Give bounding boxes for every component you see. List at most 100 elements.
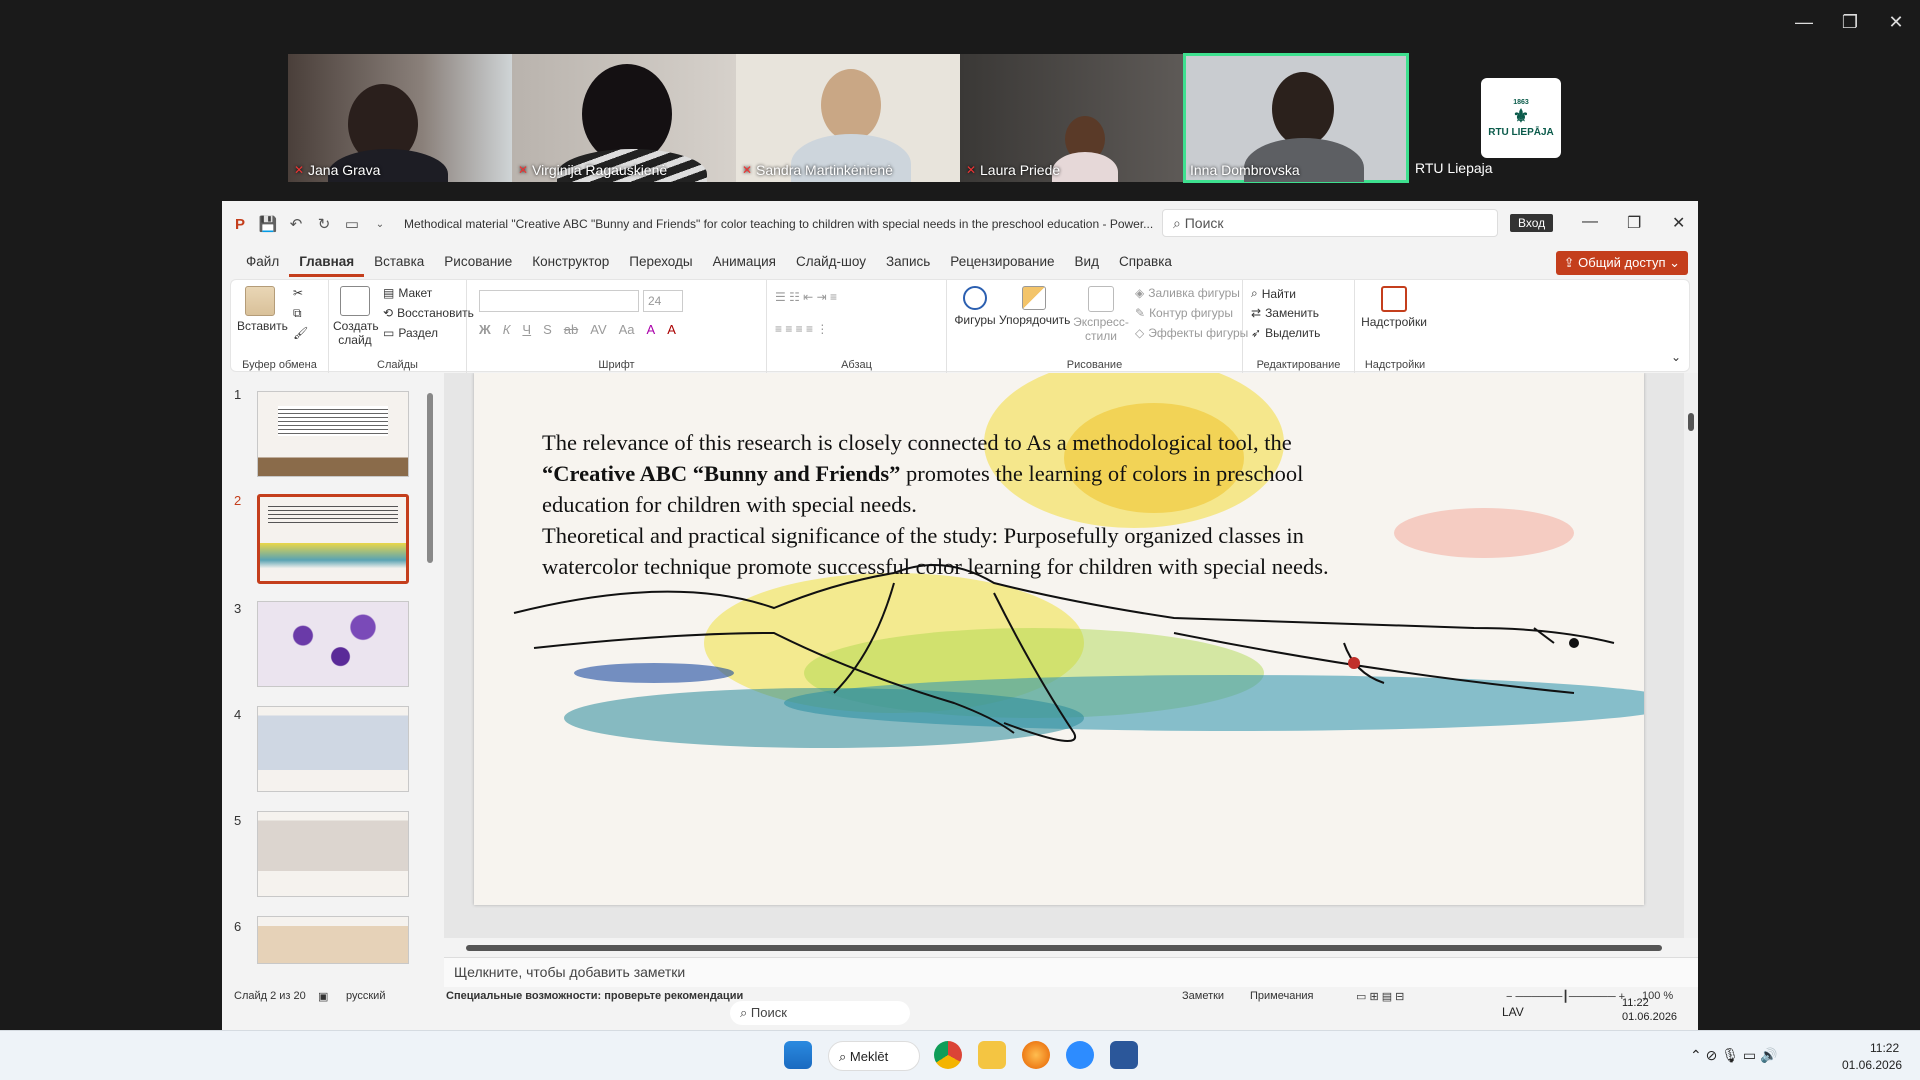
paste-button[interactable]: Вставить: [237, 286, 288, 333]
shape-effects-icon: ◇: [1135, 326, 1145, 340]
view-buttons[interactable]: ▭ ⊞ ▤ ⊟: [1356, 990, 1404, 1003]
participant-tile[interactable]: ✕ Jana Grava: [288, 54, 512, 182]
slide-canvas[interactable]: The relevance of this research is closel…: [444, 373, 1698, 938]
participant-tile[interactable]: ✕ Laura Priede: [960, 54, 1184, 182]
canvas-vertical-scrollbar[interactable]: [1684, 373, 1698, 938]
ribbon-tabs: Файл Главная Вставка Рисование Конструкт…: [222, 247, 1698, 277]
font-size-select[interactable]: 24: [643, 290, 683, 312]
slide-thumbnail[interactable]: [257, 811, 409, 897]
minimize-button[interactable]: —: [1582, 213, 1598, 231]
word-icon[interactable]: [1110, 1041, 1138, 1069]
tab-draw[interactable]: Рисование: [434, 247, 522, 277]
notes-pane[interactable]: Щелкните, чтобы добавить заметки: [444, 957, 1698, 987]
clock-date[interactable]: 01.06.2026: [1842, 1058, 1902, 1072]
participant-tile[interactable]: ✕ Virginija Ragauskienė: [512, 54, 736, 182]
section-icon: ▭: [383, 326, 395, 340]
zoom-icon[interactable]: [1066, 1041, 1094, 1069]
copy-icon[interactable]: ⧉: [293, 306, 302, 321]
addins-button[interactable]: Надстройки: [1359, 286, 1429, 329]
tray-icons[interactable]: ⌃ ⊘ 🎙 ▭ 🔊: [1690, 1047, 1777, 1064]
shape-effects-button[interactable]: ◇ Эффекты фигуры: [1135, 326, 1248, 340]
accessibility-status[interactable]: Специальные возможности: проверьте реком…: [446, 990, 743, 1002]
minimize-button[interactable]: —: [1784, 10, 1824, 34]
restore-button[interactable]: ❐: [1830, 10, 1870, 34]
layout-button[interactable]: ▤ Макет: [383, 286, 432, 300]
shapes-button[interactable]: Фигуры: [953, 286, 997, 327]
tab-help[interactable]: Справка: [1109, 247, 1182, 277]
restore-button[interactable]: ❐: [1627, 213, 1641, 233]
align-buttons[interactable]: ≡ ≡ ≡ ≡ ⋮: [775, 322, 828, 336]
rtu-logo[interactable]: 1863 ⚜ RTU LIEPĀJA: [1481, 78, 1561, 158]
arrange-button[interactable]: Упорядочить: [999, 286, 1070, 327]
slide-thumbnail-selected[interactable]: [257, 494, 409, 584]
thumbs-scrollbar[interactable]: [427, 381, 435, 941]
collapse-ribbon-icon[interactable]: ⌄: [1671, 350, 1681, 364]
windows-start-icon[interactable]: [784, 1041, 812, 1069]
slide-text[interactable]: The relevance of this research is closel…: [542, 427, 1612, 582]
slide-thumbnail[interactable]: [257, 391, 409, 477]
slide-thumbnail[interactable]: [257, 601, 409, 687]
slide-thumbnail[interactable]: [257, 916, 409, 964]
tab-file[interactable]: Файл: [236, 247, 289, 277]
slide-thumbnail[interactable]: [257, 706, 409, 792]
signin-button[interactable]: Вход: [1510, 214, 1554, 232]
clock-time[interactable]: 11:22: [1622, 997, 1649, 1009]
participant-tile[interactable]: ✕ Sandra Martinkėnienė: [736, 54, 960, 182]
present-icon[interactable]: ▭: [342, 215, 362, 233]
shared-taskbar: ⌕ Поиск LAV 11:22 01.06.2026: [222, 997, 1698, 1030]
find-button[interactable]: ⌕ Найти: [1251, 286, 1296, 301]
participant-tile-active[interactable]: Inna Dombrovska: [1183, 53, 1409, 183]
reset-button[interactable]: ⟲ Восстановить: [383, 306, 474, 320]
tab-slideshow[interactable]: Слайд-шоу: [786, 247, 876, 277]
slide[interactable]: The relevance of this research is closel…: [474, 373, 1644, 905]
close-button[interactable]: ✕: [1672, 213, 1685, 233]
font-name-select[interactable]: [479, 290, 639, 312]
clock-date[interactable]: 01.06.2026: [1622, 1011, 1677, 1023]
save-icon[interactable]: 💾: [258, 215, 278, 233]
slide-text-line: The relevance of this research is closel…: [542, 430, 1292, 455]
tab-design[interactable]: Конструктор: [522, 247, 619, 277]
chrome-icon[interactable]: [934, 1041, 962, 1069]
replace-button[interactable]: ⇄ Заменить: [1251, 306, 1319, 320]
language-status[interactable]: русский: [346, 990, 385, 1002]
file-explorer-icon[interactable]: [978, 1041, 1006, 1069]
shape-fill-button[interactable]: ◈ Заливка фигуры: [1135, 286, 1240, 300]
undo-icon[interactable]: ↶: [286, 215, 306, 233]
firefox-icon[interactable]: [1022, 1041, 1050, 1069]
close-button[interactable]: ✕: [1876, 10, 1916, 34]
search-input[interactable]: ⌕ Поиск: [1162, 209, 1498, 237]
slide-text-line: “Creative ABC “Bunny and Friends” promot…: [542, 458, 1612, 489]
new-slide-button[interactable]: Создать слайд: [333, 286, 379, 347]
notes-toggle[interactable]: Заметки: [1182, 990, 1224, 1002]
tab-animations[interactable]: Анимация: [703, 247, 786, 277]
comments-toggle[interactable]: Примечания: [1250, 990, 1314, 1002]
tab-record[interactable]: Запись: [876, 247, 940, 277]
quick-styles-button[interactable]: Экспресс-стили: [1071, 286, 1131, 343]
thumb-number: 4: [234, 707, 242, 722]
taskbar-search[interactable]: ⌕ Meklēt: [828, 1041, 920, 1071]
font-format-buttons[interactable]: Ж К Ч Sab AV Aa A A: [479, 322, 676, 337]
redo-icon[interactable]: ↻: [314, 215, 334, 233]
shape-outline-button[interactable]: ✎ Контур фигуры: [1135, 306, 1233, 320]
customize-qat-icon[interactable]: ⌄: [370, 219, 390, 230]
format-painter-icon[interactable]: 🖌: [293, 326, 308, 340]
tab-home[interactable]: Главная: [289, 247, 365, 277]
zoom-slider[interactable]: − ──────┃────── +: [1506, 990, 1625, 1003]
tab-insert[interactable]: Вставка: [364, 247, 434, 277]
mic-muted-icon: ✕: [518, 162, 529, 177]
paste-icon: [245, 286, 275, 316]
tab-review[interactable]: Рецензирование: [940, 247, 1064, 277]
list-buttons[interactable]: ☰ ☷ ⇤ ⇥ ≡: [775, 290, 837, 304]
canvas-horizontal-scrollbar[interactable]: [454, 941, 1686, 955]
section-button[interactable]: ▭ Раздел: [383, 326, 438, 340]
share-button[interactable]: ⇪ Общий доступ ⌄: [1555, 251, 1688, 275]
select-button[interactable]: ➶ Выделить: [1251, 326, 1320, 340]
search-input[interactable]: ⌕ Поиск: [730, 1001, 910, 1025]
clock-time[interactable]: 11:22: [1870, 1041, 1899, 1055]
participant-video: [1272, 72, 1334, 146]
tab-transitions[interactable]: Переходы: [619, 247, 702, 277]
cut-icon[interactable]: ✂: [293, 286, 303, 300]
tab-view[interactable]: Вид: [1065, 247, 1109, 277]
language-indicator[interactable]: LAV: [1502, 1005, 1524, 1019]
spellcheck-icon[interactable]: ▣: [318, 990, 328, 1003]
